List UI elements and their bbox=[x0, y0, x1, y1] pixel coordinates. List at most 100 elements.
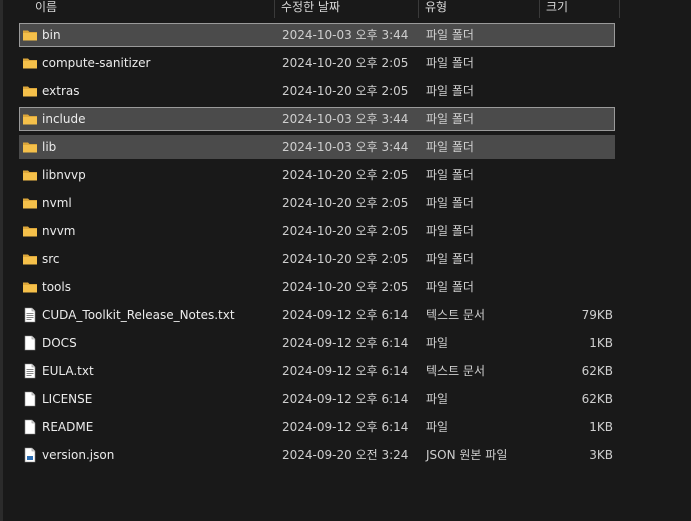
file-name: extras bbox=[42, 84, 80, 98]
folder-icon bbox=[22, 139, 38, 155]
file-date-modified: 2024-10-03 오후 3:44 bbox=[282, 140, 409, 154]
file-name: version.json bbox=[42, 448, 115, 462]
file-row[interactable]: extras 2024-10-20 오후 2:05 파일 폴더 bbox=[19, 79, 615, 103]
file-date-modified: 2024-10-03 오후 3:44 bbox=[282, 28, 409, 42]
file-name: LICENSE bbox=[42, 392, 93, 406]
file-row[interactable]: LICENSE 2024-09-12 오후 6:14 파일 62KB bbox=[19, 387, 615, 411]
file-name: bin bbox=[42, 28, 61, 42]
file-size bbox=[520, 52, 613, 74]
file-date-modified: 2024-09-20 오전 3:24 bbox=[282, 448, 409, 462]
folder-icon bbox=[22, 195, 38, 211]
file-icon bbox=[22, 335, 38, 351]
folder-icon bbox=[22, 167, 38, 183]
file-row[interactable]: libnvvp 2024-10-20 오후 2:05 파일 폴더 bbox=[19, 163, 615, 187]
file-name: CUDA_Toolkit_Release_Notes.txt bbox=[42, 308, 235, 322]
folder-icon bbox=[22, 279, 38, 295]
file-type: 텍스트 문서 bbox=[426, 308, 486, 322]
file-size bbox=[520, 164, 613, 186]
file-type: 파일 폴더 bbox=[426, 84, 474, 98]
file-icon bbox=[22, 391, 38, 407]
file-name: README bbox=[42, 420, 94, 434]
file-date-modified: 2024-10-20 오후 2:05 bbox=[282, 168, 409, 182]
file-size bbox=[520, 108, 613, 130]
file-date-modified: 2024-10-20 오후 2:05 bbox=[282, 56, 409, 70]
file-name: lib bbox=[42, 140, 57, 154]
file-row[interactable]: include 2024-10-03 오후 3:44 파일 폴더 bbox=[19, 107, 615, 131]
left-edge bbox=[0, 0, 3, 521]
file-row[interactable]: version.json 2024-09-20 오전 3:24 JSON 원본 파일… bbox=[19, 443, 615, 467]
column-header-date-modified[interactable]: 수정한 날짜 bbox=[275, 0, 419, 18]
file-row[interactable]: README 2024-09-12 오후 6:14 파일 1KB bbox=[19, 415, 615, 439]
file-size bbox=[520, 80, 613, 102]
file-date-modified: 2024-10-20 오후 2:05 bbox=[282, 196, 409, 210]
json-file-icon bbox=[22, 447, 38, 463]
file-name: EULA.txt bbox=[42, 364, 94, 378]
file-row[interactable]: CUDA_Toolkit_Release_Notes.txt 2024-09-12… bbox=[19, 303, 615, 327]
file-size bbox=[520, 248, 613, 270]
file-size: 79KB bbox=[581, 308, 613, 322]
file-name: nvvm bbox=[42, 224, 76, 238]
text-document-icon bbox=[22, 363, 38, 379]
folder-icon bbox=[22, 55, 38, 71]
file-date-modified: 2024-10-20 오후 2:05 bbox=[282, 280, 409, 294]
file-type: 파일 폴더 bbox=[426, 196, 474, 210]
file-size bbox=[520, 220, 613, 242]
file-size bbox=[520, 192, 613, 214]
file-row[interactable]: EULA.txt 2024-09-12 오후 6:14 텍스트 문서 62KB bbox=[19, 359, 615, 383]
file-name: tools bbox=[42, 280, 71, 294]
file-type: 파일 bbox=[426, 420, 449, 434]
file-date-modified: 2024-09-12 오후 6:14 bbox=[282, 392, 409, 406]
file-name: include bbox=[42, 112, 86, 126]
file-type: 텍스트 문서 bbox=[426, 364, 486, 378]
file-date-modified: 2024-09-12 오후 6:14 bbox=[282, 364, 409, 378]
file-size bbox=[520, 24, 613, 46]
file-date-modified: 2024-09-12 오후 6:14 bbox=[282, 308, 409, 322]
file-type: JSON 원본 파일 bbox=[426, 448, 508, 462]
file-type: 파일 폴더 bbox=[426, 252, 474, 266]
file-size bbox=[520, 276, 613, 298]
file-type: 파일 폴더 bbox=[426, 112, 474, 126]
folder-icon bbox=[22, 251, 38, 267]
file-type: 파일 폴더 bbox=[426, 224, 474, 238]
file-name: src bbox=[42, 252, 60, 266]
folder-icon bbox=[22, 111, 38, 127]
column-header-type[interactable]: 유형 bbox=[419, 0, 540, 18]
file-date-modified: 2024-09-12 오후 6:14 bbox=[282, 420, 409, 434]
file-type: 파일 폴더 bbox=[426, 56, 474, 70]
folder-icon bbox=[22, 223, 38, 239]
file-row[interactable]: tools 2024-10-20 오후 2:05 파일 폴더 bbox=[19, 275, 615, 299]
file-row[interactable]: nvml 2024-10-20 오후 2:05 파일 폴더 bbox=[19, 191, 615, 215]
file-row[interactable]: bin 2024-10-03 오후 3:44 파일 폴더 bbox=[19, 23, 615, 47]
file-date-modified: 2024-10-03 오후 3:44 bbox=[282, 112, 409, 126]
file-type: 파일 bbox=[426, 392, 449, 406]
file-row[interactable]: compute-sanitizer 2024-10-20 오후 2:05 파일 폴더 bbox=[19, 51, 615, 75]
file-size bbox=[520, 136, 613, 158]
file-name: DOCS bbox=[42, 336, 77, 350]
column-header-name[interactable]: 이름 bbox=[29, 0, 275, 18]
file-icon bbox=[22, 419, 38, 435]
folder-icon bbox=[22, 27, 38, 43]
column-header-bar: 이름 수정한 날짜 유형 크기 bbox=[3, 0, 691, 18]
folder-icon bbox=[22, 83, 38, 99]
file-type: 파일 폴더 bbox=[426, 168, 474, 182]
column-header-size[interactable]: 크기 bbox=[540, 0, 620, 18]
file-explorer-window: 이름 수정한 날짜 유형 크기 bin 2024-10-03 오후 3:44 파일 … bbox=[0, 0, 691, 521]
file-size: 62KB bbox=[581, 364, 613, 378]
file-date-modified: 2024-10-20 오후 2:05 bbox=[282, 84, 409, 98]
file-size: 1KB bbox=[589, 336, 613, 350]
file-row[interactable]: nvvm 2024-10-20 오후 2:05 파일 폴더 bbox=[19, 219, 615, 243]
file-row[interactable]: src 2024-10-20 오후 2:05 파일 폴더 bbox=[19, 247, 615, 271]
file-name: nvml bbox=[42, 196, 72, 210]
file-type: 파일 폴더 bbox=[426, 280, 474, 294]
file-date-modified: 2024-10-20 오후 2:05 bbox=[282, 224, 409, 238]
file-name: libnvvp bbox=[42, 168, 86, 182]
file-row[interactable]: lib 2024-10-03 오후 3:44 파일 폴더 bbox=[19, 135, 615, 159]
file-size: 1KB bbox=[589, 420, 613, 434]
file-name: compute-sanitizer bbox=[42, 56, 151, 70]
file-type: 파일 폴더 bbox=[426, 140, 474, 154]
file-date-modified: 2024-10-20 오후 2:05 bbox=[282, 252, 409, 266]
file-row[interactable]: DOCS 2024-09-12 오후 6:14 파일 1KB bbox=[19, 331, 615, 355]
file-type: 파일 폴더 bbox=[426, 28, 474, 42]
file-size: 3KB bbox=[589, 448, 613, 462]
file-date-modified: 2024-09-12 오후 6:14 bbox=[282, 336, 409, 350]
